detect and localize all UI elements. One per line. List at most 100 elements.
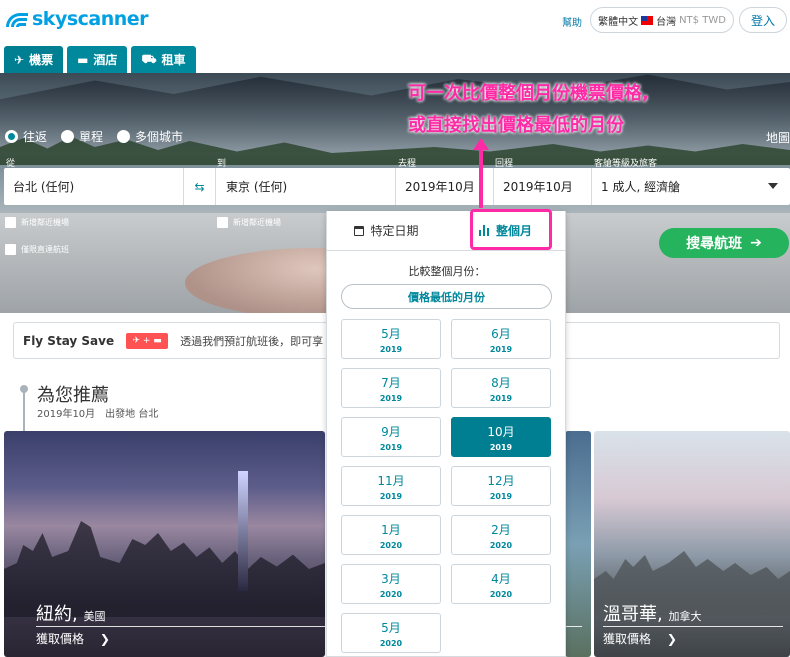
month-option[interactable]: 8月 2019 (451, 368, 551, 408)
month-option[interactable]: 11月 2019 (341, 466, 441, 506)
nearby-from-checkbox[interactable]: 新增鄰近機場 (5, 217, 69, 228)
chevron-right-icon: ❯ (654, 632, 677, 646)
month-label: 10月 (487, 424, 515, 439)
tab-hotels[interactable]: ▬ 酒店 (67, 46, 128, 73)
month-label: 3月 (381, 571, 401, 586)
month-option[interactable]: 1月 2020 (341, 515, 441, 555)
checkbox-label: 新增鄰近機場 (21, 218, 69, 227)
year-label: 2019 (379, 491, 403, 501)
year-label: 2019 (489, 442, 513, 452)
card-divider (603, 626, 783, 627)
card-city-new-york: 紐約, 美國 (36, 600, 105, 626)
city-name: 紐約, (36, 604, 78, 625)
month-option[interactable]: 6月 2019 (451, 319, 551, 359)
checkbox-icon (5, 217, 16, 228)
search-form: 台北 (任何) ⇆ 東京 (任何) 2019年10月 2019年10月 1 成人… (4, 168, 790, 205)
year-label: 2020 (379, 638, 403, 648)
chevron-down-icon (768, 183, 778, 189)
year-label: 2019 (379, 344, 403, 354)
search-flights-button[interactable]: 搜尋航班 ➔ (659, 228, 789, 258)
product-tabs: ✈ 機票 ▬ 酒店 ⛟ 租車 (4, 46, 196, 73)
arrow-right-icon: ➔ (750, 235, 762, 251)
month-option[interactable]: 12月 2019 (451, 466, 551, 506)
help-link[interactable]: 幫助 (562, 14, 582, 29)
radio-round-trip[interactable]: 往返 (5, 128, 47, 145)
year-label: 2019 (379, 393, 403, 403)
destination-card-partial[interactable] (565, 431, 591, 657)
tab-specific-date[interactable]: 特定日期 (327, 211, 446, 250)
year-label: 2020 (379, 589, 403, 599)
nearby-to-checkbox[interactable]: 新增鄰近機場 (217, 217, 281, 228)
trip-type-group: 往返 單程 多個城市 (5, 128, 183, 145)
month-label: 6月 (491, 326, 511, 341)
from-field[interactable]: 台北 (任何) (4, 168, 184, 205)
checkbox-icon (217, 217, 228, 228)
month-label: 5月 (381, 326, 401, 341)
month-option[interactable]: 10月 2019 (451, 417, 551, 457)
year-label: 2019 (489, 491, 513, 501)
annotation-highlight-box (470, 209, 552, 250)
month-option[interactable]: 3月 2020 (341, 564, 441, 604)
annotation-arrow-icon (473, 138, 489, 208)
month-label: 9月 (381, 424, 401, 439)
year-label: 2020 (489, 589, 513, 599)
year-label: 2019 (489, 393, 513, 403)
search-button-label: 搜尋航班 (686, 236, 743, 252)
radio-multi-city[interactable]: 多個城市 (117, 128, 183, 145)
radio-label: 單程 (79, 130, 104, 144)
radio-selected-icon (5, 130, 18, 143)
month-option[interactable]: 4月 2020 (451, 564, 551, 604)
compare-months-label: 比較整個月份： (408, 265, 486, 278)
month-option[interactable]: 2月 2020 (451, 515, 551, 555)
year-label: 2019 (379, 442, 403, 452)
car-icon: ⛟ (141, 51, 157, 66)
month-picker-dropdown: 特定日期 整個月 比較整個月份： 價格最低的月份 5月 2019 6月 2019 7月 2… (326, 211, 566, 657)
country-name: 加拿大 (668, 610, 702, 623)
radio-one-way[interactable]: 單程 (61, 128, 103, 145)
get-price-link-vancouver[interactable]: 獲取價格 ❯ (603, 630, 677, 647)
timeline-marker (20, 385, 28, 436)
cabin-travellers-field[interactable]: 1 成人, 經濟艙 (592, 168, 790, 205)
logo-icon (6, 11, 28, 27)
month-label: 8月 (491, 375, 511, 390)
skyscanner-logo[interactable]: skyscanner (6, 8, 149, 30)
checkbox-label: 新增鄰近機場 (233, 218, 281, 227)
checkbox-icon (5, 244, 16, 255)
cheapest-month-button[interactable]: 價格最低的月份 (341, 284, 552, 309)
tab-flights[interactable]: ✈ 機票 (4, 46, 64, 73)
top-bar: skyscanner 幫助 繁體中文 台灣 NT$ TWD 登入 (0, 0, 790, 44)
bed-icon: ▬ (77, 52, 89, 67)
to-field[interactable]: 東京 (任何) (216, 168, 396, 205)
month-label: 11月 (377, 473, 405, 488)
chevron-right-icon: ❯ (87, 632, 110, 646)
year-label: 2019 (489, 344, 513, 354)
year-label: 2020 (489, 540, 513, 550)
month-option[interactable]: 5月 2019 (341, 319, 441, 359)
return-field[interactable]: 2019年10月 (494, 168, 592, 205)
month-option[interactable]: 7月 2019 (341, 368, 441, 408)
annotation-line-2: 或直接找出價格最低的月份 (408, 115, 624, 136)
login-button[interactable]: 登入 (739, 7, 787, 33)
direct-only-checkbox[interactable]: 僅限直達航班 (5, 244, 69, 255)
recommendations-title: 為您推薦 (37, 385, 109, 406)
map-link[interactable]: 地圖 (766, 129, 790, 146)
tab-label: 酒店 (93, 53, 118, 67)
language-label: 繁體中文 (598, 16, 639, 28)
price-label: 獲取價格 (36, 632, 85, 646)
month-option[interactable]: 5月 2020 (341, 613, 441, 653)
logo-text: skyscanner (32, 8, 149, 30)
locale-selector[interactable]: 繁體中文 台灣 NT$ TWD (590, 7, 734, 33)
month-label: 5月 (381, 620, 401, 635)
swap-icon[interactable]: ⇆ (184, 168, 216, 205)
cabin-value: 1 成人, 經濟艙 (601, 180, 681, 194)
month-label: 7月 (381, 375, 401, 390)
recommendations-subtitle: 2019年10月 出發地 台北 (37, 409, 159, 420)
month-option[interactable]: 9月 2019 (341, 417, 441, 457)
get-price-link-new-york[interactable]: 獲取價格 ❯ (36, 630, 110, 647)
month-label: 2月 (491, 522, 511, 537)
tab-cars[interactable]: ⛟ 租車 (131, 46, 196, 73)
taiwan-flag-icon (641, 15, 654, 25)
plane-icon: ✈ (14, 52, 25, 67)
radio-icon (61, 130, 75, 143)
radio-label: 多個城市 (135, 130, 184, 144)
